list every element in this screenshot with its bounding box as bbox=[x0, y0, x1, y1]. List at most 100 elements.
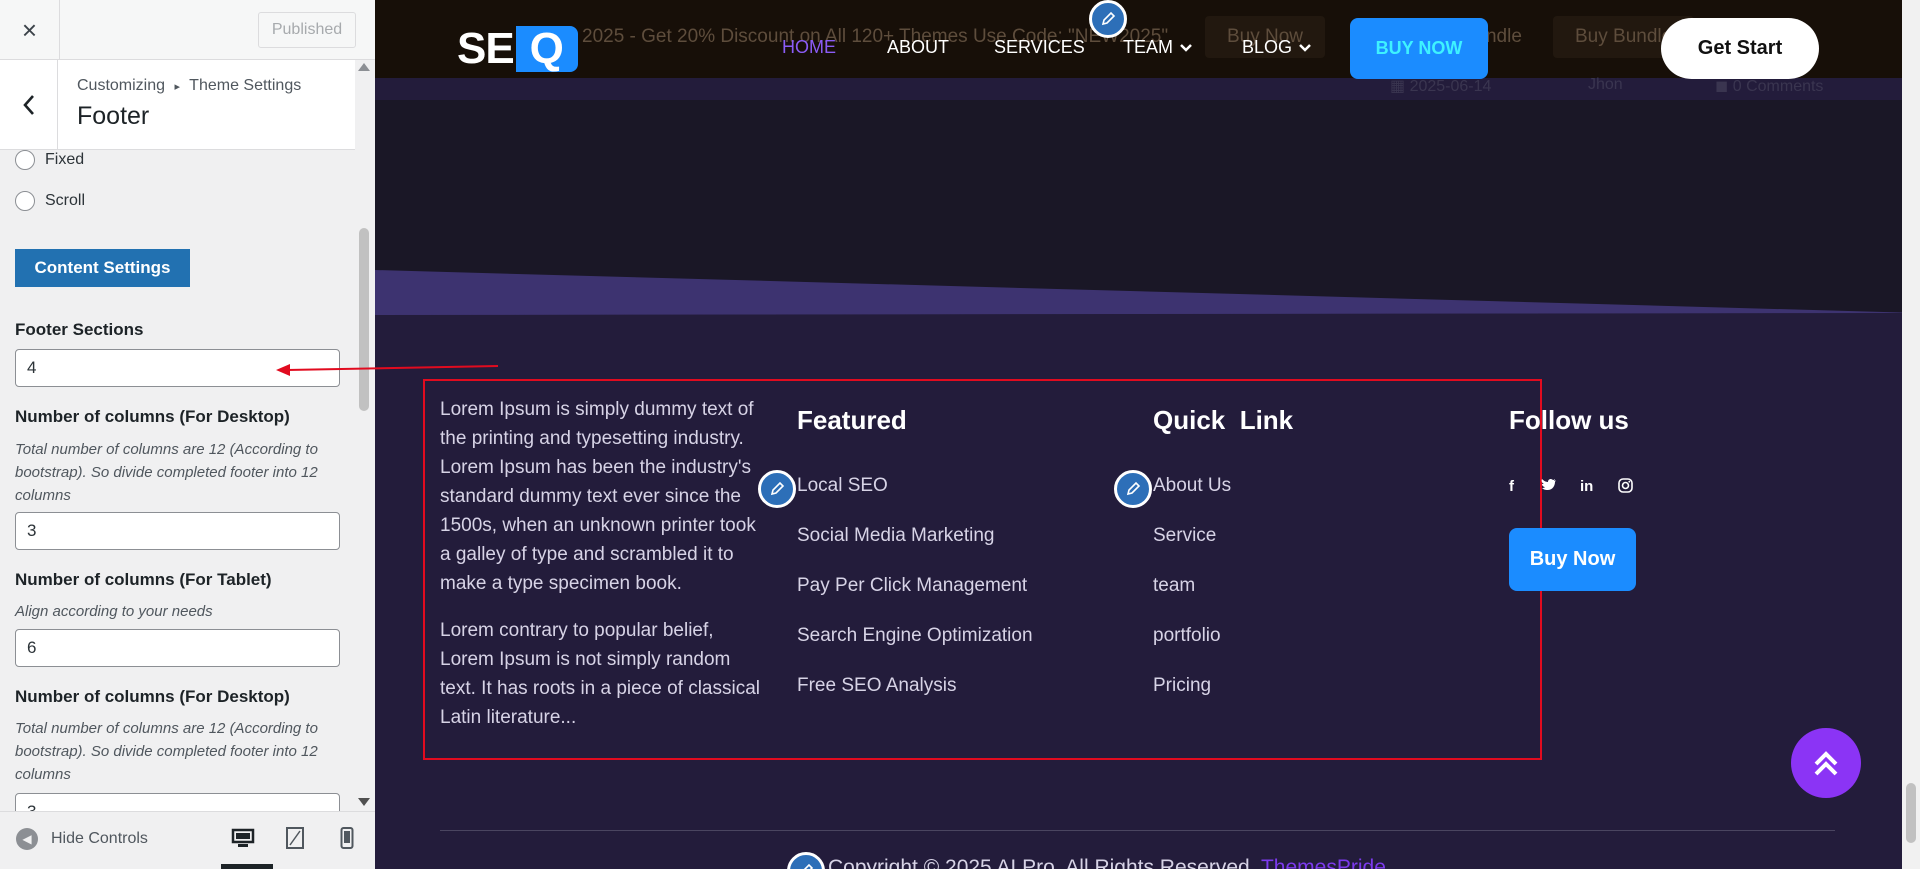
pencil-icon bbox=[1126, 481, 1141, 496]
content-settings-button[interactable]: Content Settings bbox=[15, 249, 190, 287]
pencil-icon bbox=[803, 863, 814, 869]
logo-text: SE bbox=[457, 24, 515, 73]
sidebar-scrollbar-thumb[interactable] bbox=[359, 228, 369, 411]
preview-mobile-button[interactable] bbox=[333, 824, 361, 852]
cols-desktop-description: Total number of columns are 12 (Accordin… bbox=[15, 441, 318, 504]
featured-link[interactable]: Search Engine Optimization bbox=[797, 625, 1033, 647]
linkedin-icon[interactable]: in bbox=[1580, 478, 1593, 495]
hide-controls-button[interactable]: ◀ Hide Controls bbox=[16, 828, 148, 850]
preview-desktop-button[interactable] bbox=[221, 824, 273, 869]
quick-link[interactable]: About Us bbox=[1153, 475, 1231, 497]
nav-team-label: TEAM bbox=[1123, 37, 1174, 57]
preview-scrollbar-thumb[interactable] bbox=[1906, 783, 1916, 843]
customizer-footer: ◀ Hide Controls bbox=[0, 811, 375, 869]
logo-q: Q bbox=[515, 24, 578, 73]
radio-circle[interactable] bbox=[15, 191, 35, 211]
published-button[interactable]: Published bbox=[258, 12, 356, 48]
get-start-button[interactable]: Get Start bbox=[1661, 18, 1819, 79]
radio-scroll[interactable]: Scroll bbox=[15, 191, 85, 211]
edit-shortcut-header[interactable] bbox=[1089, 0, 1127, 38]
cols-desktop-input[interactable]: 3 bbox=[15, 512, 340, 550]
double-chevron-up-icon bbox=[1814, 751, 1838, 776]
controls-panel: Fixed Scroll Content Settings Footer Sec… bbox=[0, 150, 355, 811]
cols-desktop2-description: Total number of columns are 12 (Accordin… bbox=[15, 720, 318, 783]
site-logo[interactable]: SE Q bbox=[457, 24, 578, 74]
footer-about-text-2: Lorem contrary to popular belief, Lorem … bbox=[440, 620, 760, 728]
quick-link[interactable]: team bbox=[1153, 575, 1195, 597]
sidebar-scrollbar-track[interactable] bbox=[355, 60, 375, 811]
edit-shortcut-copyright[interactable] bbox=[787, 852, 825, 869]
quick-link[interactable]: Pricing bbox=[1153, 675, 1211, 697]
chevron-down-icon bbox=[1180, 43, 1192, 52]
nav-services[interactable]: SERVICES bbox=[994, 37, 1085, 58]
site-preview: 2025 - Get 20% Discount on All 120+ Them… bbox=[375, 0, 1920, 869]
radio-circle[interactable] bbox=[15, 150, 35, 170]
post-date: ▦ 2025-06-14 bbox=[1390, 78, 1492, 95]
nav-blog-label: BLOG bbox=[1242, 37, 1293, 57]
close-customizer-button[interactable]: × bbox=[0, 0, 60, 60]
customizer-sidebar: × Published Customizing ▸ Theme Settings… bbox=[0, 0, 375, 869]
buy-now-header-button[interactable]: BUY NOW bbox=[1350, 18, 1488, 79]
copyright-text: Copyright © 2025 AI Pro. All Rights Rese… bbox=[828, 856, 1386, 869]
cols-tablet-label: Number of columns (For Tablet) bbox=[15, 570, 272, 589]
radio-fixed[interactable]: Fixed bbox=[15, 150, 84, 170]
breadcrumb-separator-icon: ▸ bbox=[174, 81, 181, 93]
radio-fixed-label: Fixed bbox=[45, 151, 85, 168]
post-author: Jhon bbox=[1588, 76, 1623, 93]
cols-tablet-input[interactable]: 6 bbox=[15, 629, 340, 667]
back-button[interactable] bbox=[0, 60, 58, 150]
section-title: Footer bbox=[77, 102, 150, 130]
featured-link[interactable]: Free SEO Analysis bbox=[797, 675, 956, 697]
preview-tablet-button[interactable] bbox=[281, 824, 309, 852]
nav-blog[interactable]: BLOG bbox=[1242, 37, 1312, 58]
facebook-icon[interactable]: f bbox=[1509, 478, 1514, 495]
footer-about-text: Lorem Ipsum is simply dummy text of the … bbox=[440, 399, 756, 594]
quick-link[interactable]: Service bbox=[1153, 525, 1216, 547]
cols-desktop2-label: Number of columns (For Desktop) bbox=[15, 687, 290, 706]
footer-divider bbox=[440, 830, 1835, 831]
comments-icon: ◼ bbox=[1715, 78, 1733, 95]
radio-scroll-label: Scroll bbox=[45, 192, 86, 209]
footer-sections-input[interactable]: 4 bbox=[15, 349, 340, 387]
twitter-icon[interactable] bbox=[1541, 478, 1557, 496]
post-comments: ◼ 0 Comments bbox=[1715, 78, 1824, 95]
mobile-icon bbox=[340, 827, 354, 849]
featured-link[interactable]: Local SEO bbox=[797, 475, 888, 497]
follow-us-heading: Follow us bbox=[1509, 405, 1629, 435]
calendar-icon: ▦ bbox=[1390, 78, 1410, 95]
edit-shortcut-quick-link[interactable] bbox=[1114, 470, 1152, 508]
nav-about[interactable]: ABOUT bbox=[887, 37, 949, 58]
quick-link[interactable]: portfolio bbox=[1153, 625, 1221, 647]
featured-heading: Featured bbox=[797, 405, 907, 435]
nav-home[interactable]: HOME bbox=[782, 37, 836, 58]
breadcrumb-child: Theme Settings bbox=[189, 77, 302, 94]
pencil-icon bbox=[770, 481, 785, 496]
cols-desktop2-input[interactable]: 3 bbox=[15, 793, 340, 811]
copyright-link[interactable]: ThemesPride bbox=[1261, 856, 1386, 869]
featured-link[interactable]: Pay Per Click Management bbox=[797, 575, 1027, 597]
cols-tablet-description: Align according to your needs bbox=[15, 603, 213, 620]
hide-controls-label: Hide Controls bbox=[51, 830, 148, 847]
quick-link-heading: Quick Link bbox=[1153, 405, 1294, 435]
tablet-icon bbox=[286, 827, 304, 849]
edit-shortcut-featured[interactable] bbox=[758, 470, 796, 508]
featured-link[interactable]: Social Media Marketing bbox=[797, 525, 994, 547]
chevron-down-icon bbox=[1299, 43, 1311, 52]
nav-team[interactable]: TEAM bbox=[1123, 37, 1193, 58]
scroll-up-icon[interactable] bbox=[358, 63, 370, 71]
section-header: Customizing ▸ Theme Settings Footer bbox=[0, 60, 355, 150]
instagram-icon[interactable] bbox=[1618, 478, 1633, 497]
section-divider-wave bbox=[375, 270, 1920, 320]
pencil-icon bbox=[1101, 11, 1116, 26]
scroll-to-top-button[interactable] bbox=[1791, 728, 1861, 798]
preview-scrollbar[interactable] bbox=[1902, 0, 1920, 869]
customizer-header: × Published bbox=[0, 0, 375, 60]
scroll-down-icon[interactable] bbox=[358, 798, 370, 806]
buy-now-footer-button[interactable]: Buy Now bbox=[1509, 528, 1636, 591]
chevron-left-icon bbox=[22, 95, 34, 115]
desktop-icon bbox=[231, 828, 255, 847]
breadcrumb-parent: Customizing bbox=[77, 77, 166, 94]
footer-sections-label: Footer Sections bbox=[15, 320, 144, 339]
breadcrumb: Customizing ▸ Theme Settings bbox=[77, 77, 301, 95]
collapse-icon: ◀ bbox=[16, 828, 38, 850]
